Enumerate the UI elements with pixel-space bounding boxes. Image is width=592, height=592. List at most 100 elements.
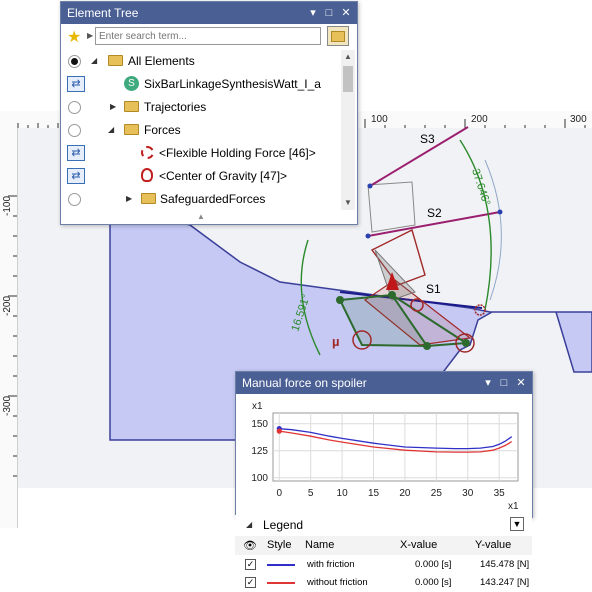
manual-force-title: Manual force on spoiler <box>242 376 367 390</box>
close-icon[interactable]: ✕ <box>338 2 354 24</box>
y-tick-label: 125 <box>251 446 268 457</box>
swap-icon[interactable]: ⇄ <box>67 76 85 92</box>
maximize-icon[interactable]: □ <box>321 2 337 24</box>
label-s3: S3 <box>420 132 435 146</box>
swap-icon[interactable]: ⇄ <box>67 145 85 161</box>
resize-grip[interactable]: ▲ <box>61 212 341 222</box>
x-tick-label: 5 <box>308 488 314 499</box>
favorite-star-icon[interactable]: ★ <box>67 27 81 47</box>
scroll-thumb[interactable] <box>343 66 353 92</box>
scroll-up-icon[interactable]: ▲ <box>344 52 352 61</box>
collapsed-arrow-icon[interactable]: ▶ <box>126 194 132 203</box>
legend-series-name: with friction <box>307 559 355 570</box>
legend-style-line <box>267 582 295 584</box>
joint-d <box>462 339 470 347</box>
tree-item-label: SixBarLinkageSynthesisWatt_I_a <box>144 77 321 91</box>
radio-button[interactable] <box>68 124 81 137</box>
plot-area <box>272 412 519 482</box>
swap-icon[interactable]: ⇄ <box>67 168 85 184</box>
maximize-icon[interactable]: □ <box>496 372 512 394</box>
label-s2: S2 <box>427 206 442 220</box>
tree-item-label: Forces <box>144 123 181 137</box>
legend-section: ◢ Legend ▼ 👁 Style Name X-value Y-value … <box>235 515 532 592</box>
y-tick-label: 150 <box>251 419 268 430</box>
slot-point-s3 <box>367 183 373 189</box>
element-tree-panel: Element Tree ▾ □ ✕ ★ ▶ ◢ All Elements ⇄ … <box>60 1 358 225</box>
tree-item-label: Trajectories <box>144 100 207 114</box>
scroll-down-icon[interactable]: ▼ <box>344 198 352 207</box>
x-tick-label: 35 <box>494 488 506 499</box>
close-icon[interactable]: ✕ <box>513 372 529 394</box>
legend-row[interactable]: ✓ without friction 0.000 [s] 143.247 [N] <box>235 574 532 592</box>
tree-item-holding-force[interactable]: ⇄ <Flexible Holding Force [46]> <box>61 142 357 165</box>
legend-dropdown-button[interactable]: ▼ <box>510 517 524 531</box>
dropdown-icon[interactable]: ▾ <box>305 2 321 24</box>
friction-label: µ <box>332 334 340 349</box>
x-tick-label: 30 <box>462 488 474 499</box>
x-tick-label: 15 <box>368 488 380 499</box>
dropdown-icon[interactable]: ▾ <box>480 372 496 394</box>
folder-icon <box>124 101 139 112</box>
collapsed-arrow-icon[interactable]: ▶ <box>110 102 116 111</box>
x-tick-label: 0 <box>277 488 283 499</box>
legend-y-value: 143.247 [N] <box>480 577 530 588</box>
folder-icon <box>124 124 139 135</box>
tree-item-forces[interactable]: ◢ Forces <box>61 119 357 142</box>
search-input[interactable] <box>95 27 321 45</box>
legend-checkbox[interactable]: ✓ <box>245 577 256 588</box>
label-s1: S1 <box>426 282 441 296</box>
chevron-right-icon[interactable]: ▶ <box>87 31 93 40</box>
synthesis-icon: S <box>124 76 139 91</box>
x-axis-label: x1 <box>508 501 519 512</box>
joint-b <box>388 291 396 299</box>
element-tree-title: Element Tree <box>67 6 139 20</box>
legend-series-name: without friction <box>307 577 368 588</box>
force-target-icon <box>141 146 154 159</box>
tree-item-label: <Center of Gravity [47]> <box>159 169 288 183</box>
x-tick-label: 10 <box>337 488 349 499</box>
tree-item-trajectories[interactable]: ▶ Trajectories <box>61 96 357 119</box>
manual-force-titlebar[interactable]: Manual force on spoiler ▾ □ ✕ <box>236 372 532 394</box>
joint-a <box>336 296 344 304</box>
legend-style-line <box>267 564 295 566</box>
column-style: Style <box>267 539 292 551</box>
folder-icon <box>108 55 123 66</box>
gravity-icon <box>141 168 153 182</box>
force-chart[interactable]: 0 5 10 15 20 25 30 35 100 125 150 x1 x1 <box>236 395 530 516</box>
y-tick-label: 100 <box>251 473 268 484</box>
legend-title: Legend <box>263 518 304 532</box>
folders-icon <box>331 31 345 42</box>
element-tree-titlebar[interactable]: Element Tree ▾ □ ✕ <box>61 2 357 24</box>
legend-x-value: 0.000 [s] <box>415 559 452 570</box>
legend-header-row: 👁 Style Name X-value Y-value <box>235 536 532 555</box>
joint-c <box>423 342 431 350</box>
slot-point-s2 <box>365 233 371 239</box>
radio-button[interactable] <box>68 193 81 206</box>
tree-item-safeguarded-forces[interactable]: ▶ SafeguardedForces <box>61 188 357 211</box>
tree-item-synthesis[interactable]: ⇄ S SixBarLinkageSynthesisWatt_I_a <box>61 73 357 96</box>
tree-item-center-of-gravity[interactable]: ⇄ <Center of Gravity [47]> <box>61 165 357 188</box>
tree-item-label: <Flexible Holding Force [46]> <box>159 146 316 160</box>
folder-icon <box>141 193 156 204</box>
search-row: ★ ▶ <box>61 25 357 49</box>
legend-collapse-icon[interactable]: ◢ <box>246 520 252 529</box>
radio-selected[interactable] <box>68 55 81 68</box>
tree-item-all-elements[interactable]: ◢ All Elements <box>61 50 357 73</box>
column-y-value: Y-value <box>475 539 512 551</box>
tree-item-label: SafeguardedForces <box>160 192 266 206</box>
column-x-value: X-value <box>400 539 438 551</box>
series-marker-1 <box>276 428 282 434</box>
manual-force-panel: Manual force on spoiler ▾ □ ✕ 0 5 10 15 20 25… <box>235 371 533 518</box>
legend-y-value: 145.478 [N] <box>480 559 530 570</box>
radio-button[interactable] <box>68 101 81 114</box>
column-name: Name <box>305 539 335 551</box>
legend-checkbox[interactable]: ✓ <box>245 559 256 570</box>
x-tick-label: 20 <box>399 488 411 499</box>
tree-item-label: All Elements <box>128 54 195 68</box>
legend-row[interactable]: ✓ with friction 0.000 [s] 145.478 [N] <box>235 556 532 574</box>
tree-scrollbar[interactable]: ▲ ▼ <box>341 50 355 210</box>
expanded-arrow-icon[interactable]: ◢ <box>108 125 114 134</box>
folders-button[interactable] <box>327 26 349 46</box>
eye-icon[interactable]: 👁 <box>243 539 257 552</box>
expanded-arrow-icon[interactable]: ◢ <box>91 56 97 65</box>
